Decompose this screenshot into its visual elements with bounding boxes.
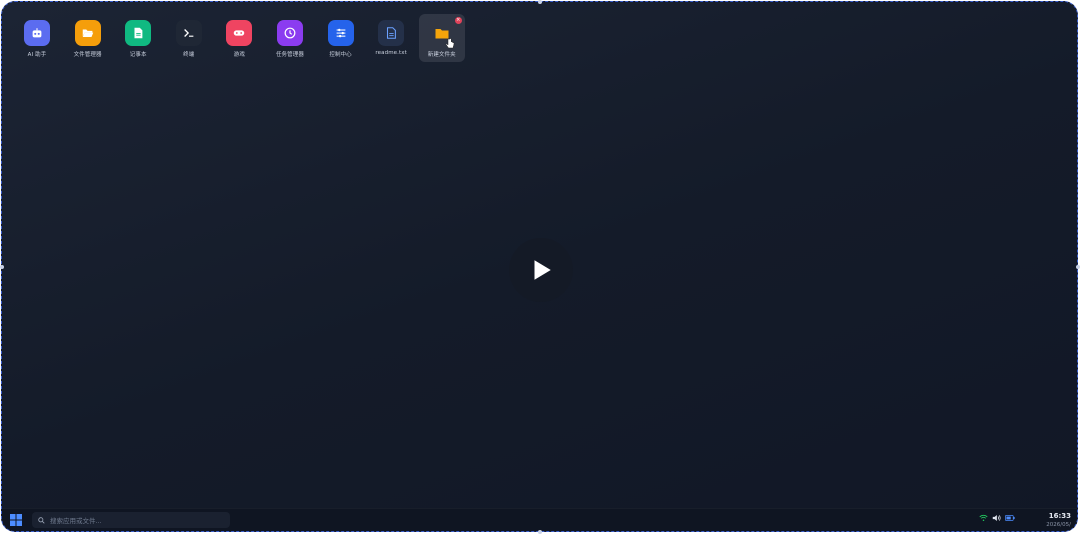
desktop-area[interactable]: AI 助手 文件管理器 记事本 终端 游戏 任务管理器 控制中心 readme.… xyxy=(2,2,1077,509)
sliders-icon xyxy=(327,20,354,46)
resize-handle-left[interactable] xyxy=(0,265,4,269)
search-input[interactable]: 搜索应用或文件... xyxy=(32,512,230,528)
desktop-icon-label: 终端 xyxy=(183,52,195,58)
folder-open-icon xyxy=(74,20,101,46)
search-icon xyxy=(38,516,45,524)
resize-handle-bottom[interactable] xyxy=(538,530,542,534)
desktop-icon-game[interactable]: 游戏 xyxy=(216,14,262,62)
desktop-icon-label: 游戏 xyxy=(233,52,245,58)
desktop-icon-label: AI 助手 xyxy=(27,52,47,58)
terminal-icon xyxy=(175,20,202,46)
search-placeholder: 搜索应用或文件... xyxy=(50,517,102,525)
resize-handle-top[interactable] xyxy=(538,0,542,4)
desktop-icon-row: AI 助手 文件管理器 记事本 终端 游戏 任务管理器 控制中心 readme.… xyxy=(14,14,469,62)
wifi-icon[interactable] xyxy=(979,514,988,522)
desktop-window: AI 助手 文件管理器 记事本 终端 游戏 任务管理器 控制中心 readme.… xyxy=(1,1,1078,532)
battery-icon[interactable] xyxy=(1005,515,1015,521)
desktop-icon-file-manager[interactable]: 文件管理器 xyxy=(65,14,111,62)
volume-icon[interactable] xyxy=(992,514,1001,522)
robot-icon xyxy=(24,20,50,46)
resize-handle-right[interactable] xyxy=(1076,265,1080,269)
desktop-icon-notepad[interactable]: 记事本 xyxy=(115,14,161,62)
document-icon xyxy=(125,20,152,46)
file-text-icon xyxy=(378,20,405,46)
clock-time: 16:33 xyxy=(1048,512,1071,520)
close-icon[interactable]: × xyxy=(454,17,462,24)
desktop-icon-label: readme.txt xyxy=(375,50,407,56)
desktop-icon-label: 控制中心 xyxy=(329,52,352,58)
desktop-icon-control-center[interactable]: 控制中心 xyxy=(318,14,364,62)
gamepad-icon xyxy=(226,20,253,46)
windows-logo-icon[interactable] xyxy=(10,514,22,526)
clock-date: 2026/05/ xyxy=(1046,522,1071,528)
hand-cursor-icon xyxy=(445,38,454,49)
desktop-icon-label: 任务管理器 xyxy=(275,52,304,58)
taskbar: 搜索应用或文件... 16:33 2026/05/ xyxy=(2,508,1077,531)
desktop-icon-new-folder[interactable]: × 新建文件夹 xyxy=(418,14,465,62)
desktop-icon-terminal[interactable]: 终端 xyxy=(166,14,212,62)
clock[interactable]: 16:33 2026/05/ xyxy=(1046,512,1071,529)
system-tray xyxy=(979,514,1015,522)
activity-icon xyxy=(276,20,303,46)
desktop-icon-label: 文件管理器 xyxy=(73,52,102,58)
desktop-icon-label: 记事本 xyxy=(129,52,147,58)
desktop-icon-task-manager[interactable]: 任务管理器 xyxy=(267,14,313,62)
desktop-icon-readme[interactable]: readme.txt xyxy=(368,14,414,62)
desktop-icon-ai-assistant[interactable]: AI 助手 xyxy=(14,14,60,62)
play-icon xyxy=(534,260,551,280)
play-button[interactable] xyxy=(509,238,573,302)
desktop-icon-label: 新建文件夹 xyxy=(427,52,456,58)
